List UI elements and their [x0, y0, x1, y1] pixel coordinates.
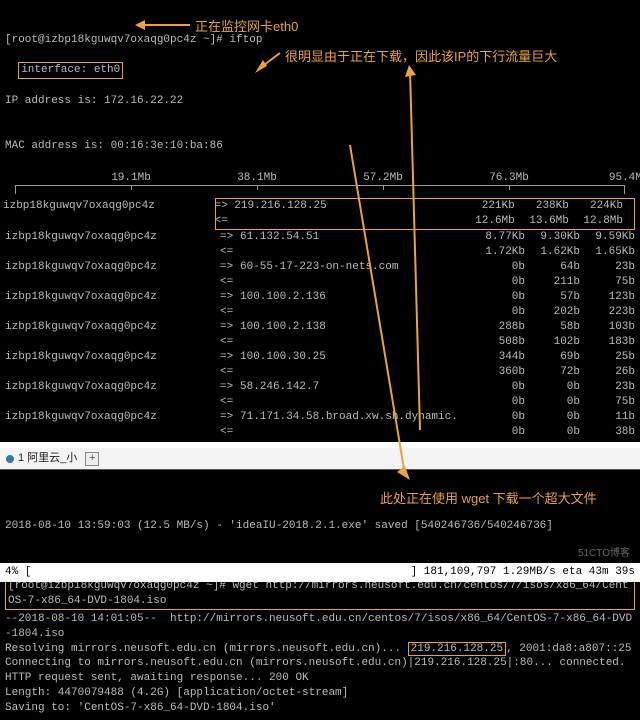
resolved-ip-box: 219.216.128.25	[408, 642, 506, 656]
annotation-wget: 此处正在使用 wget 下载一个超大文件	[380, 490, 597, 508]
progress-left: 4% [	[5, 565, 31, 580]
table-row: izbp18kguwqv7oxaqg0pc4z=>58.246.142.70b0…	[5, 380, 635, 395]
wget-out-6: Saving to: 'CentOS-7-x86_64-DVD-1804.iso…	[5, 702, 276, 714]
tx-arrow-icon: =>	[215, 199, 235, 214]
progress-right: ] 181,109,797 1.29MB/s eta 43m 39s	[411, 565, 635, 580]
traffic-table: izbp18kguwqv7oxaqg0pc4z=>61.132.54.518.7…	[0, 230, 640, 440]
saved-line: 2018-08-10 13:59:03 (12.5 MB/s) - 'ideaI…	[5, 520, 553, 532]
wget-terminal: 2018-08-10 13:59:03 (12.5 MB/s) - 'ideaI…	[0, 470, 640, 720]
table-row: <=0b0b75b	[5, 395, 635, 410]
wget-out-2b: , 2001:da8:a807::25	[506, 643, 631, 655]
wget-out-2a: Resolving mirrors.neusoft.edu.cn (mirror…	[5, 643, 408, 655]
tab-bar: 1 阿里云_小 +	[0, 448, 640, 470]
wget-cmd-box: [root@izbp18kguwqv7oxaqg0pc4z ~]# wget h…	[5, 578, 635, 610]
annotation-eth0: 正在监控网卡eth0	[195, 18, 298, 36]
interface-box: interface: eth0	[18, 62, 123, 79]
tab-label[interactable]: 1 阿里云_小	[18, 451, 77, 466]
remote-host: 219.216.128.25	[234, 199, 460, 214]
annotation-traffic: 很明显由于正在下载，因此该IP的下行流量巨大	[285, 48, 557, 66]
table-row: <=0b0b38b	[5, 425, 635, 440]
iftop-terminal: [root@izbp18kguwqv7oxaqg0pc4z ~]# iftop …	[0, 0, 640, 171]
table-row: <=0b211b75b	[5, 275, 635, 290]
highlight-first-row: izbp18kguwqv7oxaqg0pc4z=>219.216.128.252…	[215, 198, 635, 230]
mac-line: MAC address is: 00:16:3e:10:ba:86	[5, 139, 635, 154]
scale-5: 95.4Mb	[609, 171, 640, 186]
wget-out-1: --2018-08-10 14:01:05-- http://mirrors.n…	[5, 613, 632, 640]
wget-out-4: HTTP request sent, awaiting response... …	[5, 672, 309, 684]
scale-bar: 19.1Mb 38.1Mb 57.2Mb 76.3Mb 95.4Mb	[5, 171, 635, 197]
table-row: izbp18kguwqv7oxaqg0pc4z=>61.132.54.518.7…	[5, 230, 635, 245]
new-tab-button[interactable]: +	[85, 452, 99, 466]
scale-3: 57.2Mb	[363, 171, 403, 186]
wget-out-5: Length: 4470079488 (4.2G) [application/o…	[5, 687, 348, 699]
table-row: <=1.72Kb1.62Kb1.65Kb	[5, 245, 635, 260]
table-row: izbp18kguwqv7oxaqg0pc4z=>219.216.128.252…	[3, 199, 623, 214]
table-row: <=360b72b26b	[5, 365, 635, 380]
tab-active-icon	[6, 455, 14, 463]
scale-1: 19.1Mb	[111, 171, 151, 186]
local-host: izbp18kguwqv7oxaqg0pc4z	[3, 199, 215, 214]
ip-line: IP address is: 172.16.22.22	[5, 94, 635, 109]
table-row: <=508b102b183b	[5, 335, 635, 350]
table-row: izbp18kguwqv7oxaqg0pc4z=>71.171.34.58.br…	[5, 410, 635, 425]
table-row: <=0b202b223b	[5, 305, 635, 320]
table-row: izbp18kguwqv7oxaqg0pc4z=>100.100.2.1360b…	[5, 290, 635, 305]
table-row: izbp18kguwqv7oxaqg0pc4z=>100.100.2.13828…	[5, 320, 635, 335]
scale-2: 38.1Mb	[237, 171, 277, 186]
prompt-line: [root@izbp18kguwqv7oxaqg0pc4z ~]# iftop	[5, 33, 635, 48]
status-bar: 4% [ ] 181,109,797 1.29MB/s eta 43m 39s	[0, 563, 640, 582]
rx-arrow-icon: <=	[215, 214, 235, 229]
table-row: izbp18kguwqv7oxaqg0pc4z=>60-55-17-223-on…	[5, 260, 635, 275]
table-row: izbp18kguwqv7oxaqg0pc4z=>100.100.30.2534…	[5, 350, 635, 365]
wget-out-3: Connecting to mirrors.neusoft.edu.cn (mi…	[5, 657, 626, 669]
watermark: 51CTO博客	[578, 547, 630, 561]
scale-4: 76.3Mb	[489, 171, 529, 186]
table-row: <=12.6Mb13.6Mb12.8Mb	[3, 214, 623, 229]
